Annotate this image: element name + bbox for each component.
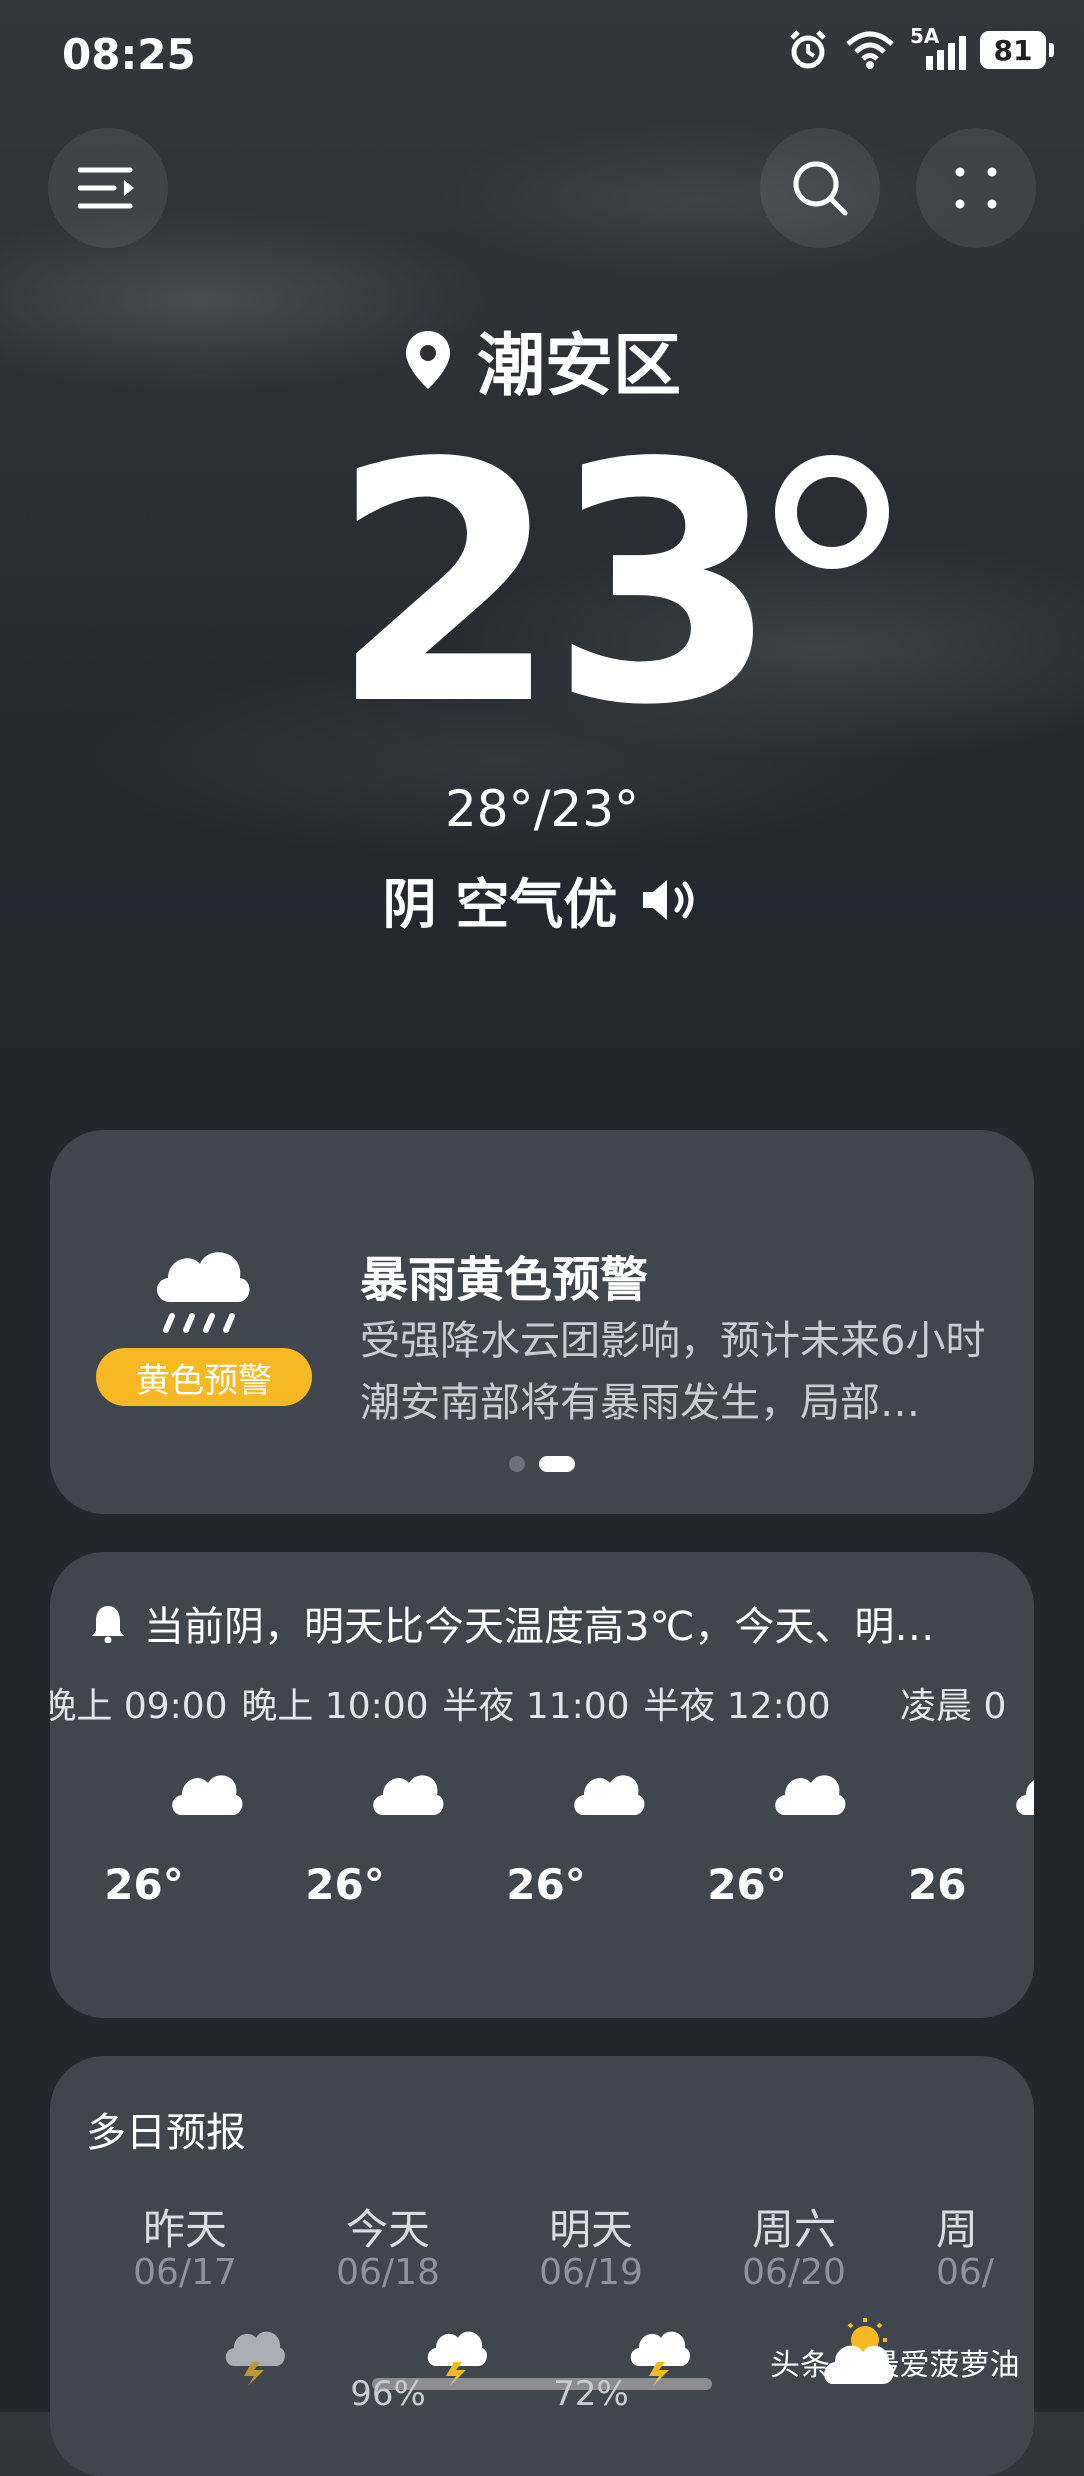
current-condition: 阴 空气优 xyxy=(0,860,1084,939)
day-date: 06/20 xyxy=(742,2252,846,2293)
day-date: 06/17 xyxy=(133,2252,237,2293)
cloud-icon xyxy=(373,1775,444,1815)
hour-time: 晚上 09:00 xyxy=(50,1686,228,1727)
degree-symbol xyxy=(775,455,889,569)
alarm-icon xyxy=(790,30,826,69)
alert-title: 暴雨黄色预警 xyxy=(360,1252,649,1308)
menu-button[interactable] xyxy=(48,128,168,248)
location-pin-icon xyxy=(405,330,450,389)
more-button[interactable] xyxy=(916,128,1036,248)
status-icons: 5A 81 xyxy=(786,24,1054,72)
high-low-temperature: 28°/23° xyxy=(444,780,640,838)
day-name: 今天 xyxy=(345,2205,430,2254)
wifi-icon xyxy=(846,31,894,69)
cellular-signal-icon: 5A xyxy=(910,24,966,70)
hour-temperature: 26° xyxy=(305,1860,385,1909)
condition-text: 阴 空气优 xyxy=(382,873,618,936)
grid-dots-icon xyxy=(955,167,997,209)
watermark: 头条 @最爱菠萝油 xyxy=(770,2340,1020,2384)
cloud-icon xyxy=(574,1775,645,1815)
cloud-icon xyxy=(775,1775,846,1815)
hourly-forecast-card[interactable]: 当前阴，明天比今天温度高3℃，今天、明… 晚上 09:00 晚上 10:00 半… xyxy=(50,1552,1034,2018)
menu-icon xyxy=(78,167,134,209)
carousel-indicator xyxy=(50,1456,1034,1472)
daily-forecast-card[interactable]: 多日预报 昨天 今天 明天 周六 周 06/17 06/18 06/19 06/… xyxy=(50,2056,1034,2476)
watermark-text: 头条 @最爱菠萝油 xyxy=(770,2348,1020,2383)
speaker-icon[interactable] xyxy=(639,876,701,924)
day-date: 06/ xyxy=(936,2252,994,2293)
heavy-rain-icon xyxy=(156,1252,250,1333)
day-name: 明天 xyxy=(548,2205,633,2254)
day-date: 06/18 xyxy=(336,2252,440,2293)
hour-time: 半夜 11:00 xyxy=(442,1686,630,1727)
current-temperature: 23 xyxy=(330,393,779,777)
hour-time: 半夜 12:00 xyxy=(643,1686,831,1727)
search-button[interactable] xyxy=(760,128,880,248)
hour-temperature: 26° xyxy=(707,1860,787,1909)
daily-list[interactable]: 昨天 今天 明天 周六 周 06/17 06/18 06/19 06/20 06… xyxy=(50,2056,1034,2456)
day-name: 周六 xyxy=(751,2205,836,2254)
alert-description: 受强降水云团影响，预计未来6小时潮安南部将有暴雨发生，局部… xyxy=(360,1318,986,1426)
hour-temperature: 26° xyxy=(506,1860,586,1909)
status-time: 08:25 xyxy=(62,30,196,79)
hour-time: 凌晨 0 xyxy=(900,1686,1007,1727)
hourly-list[interactable]: 晚上 09:00 晚上 10:00 半夜 11:00 半夜 12:00 凌晨 0… xyxy=(50,1552,1034,2018)
weather-alert-card[interactable]: 黄色预警 暴雨黄色预警 受强降水云团影响，预计未来6小时潮安南部将有暴雨发生，局… xyxy=(50,1130,1034,1514)
cloud-icon xyxy=(172,1775,243,1815)
battery-level: 81 xyxy=(993,33,1033,67)
day-name: 昨天 xyxy=(142,2205,227,2254)
battery-indicator: 81 xyxy=(980,31,1054,69)
hour-temperature: 26° xyxy=(104,1860,184,1909)
cloud-icon xyxy=(1016,1780,1034,1815)
alert-level-badge: 黄色预警 xyxy=(96,1348,312,1406)
day-name: 周 xyxy=(936,2205,979,2254)
search-icon xyxy=(793,161,848,216)
network-type-label: 5A xyxy=(910,24,940,48)
home-indicator[interactable] xyxy=(372,2378,712,2390)
day-date: 06/19 xyxy=(539,2252,643,2293)
hour-temperature: 26 xyxy=(908,1860,967,1909)
carousel-dot xyxy=(509,1456,525,1472)
carousel-dot-active xyxy=(539,1456,575,1472)
hour-time: 晚上 10:00 xyxy=(241,1686,429,1727)
